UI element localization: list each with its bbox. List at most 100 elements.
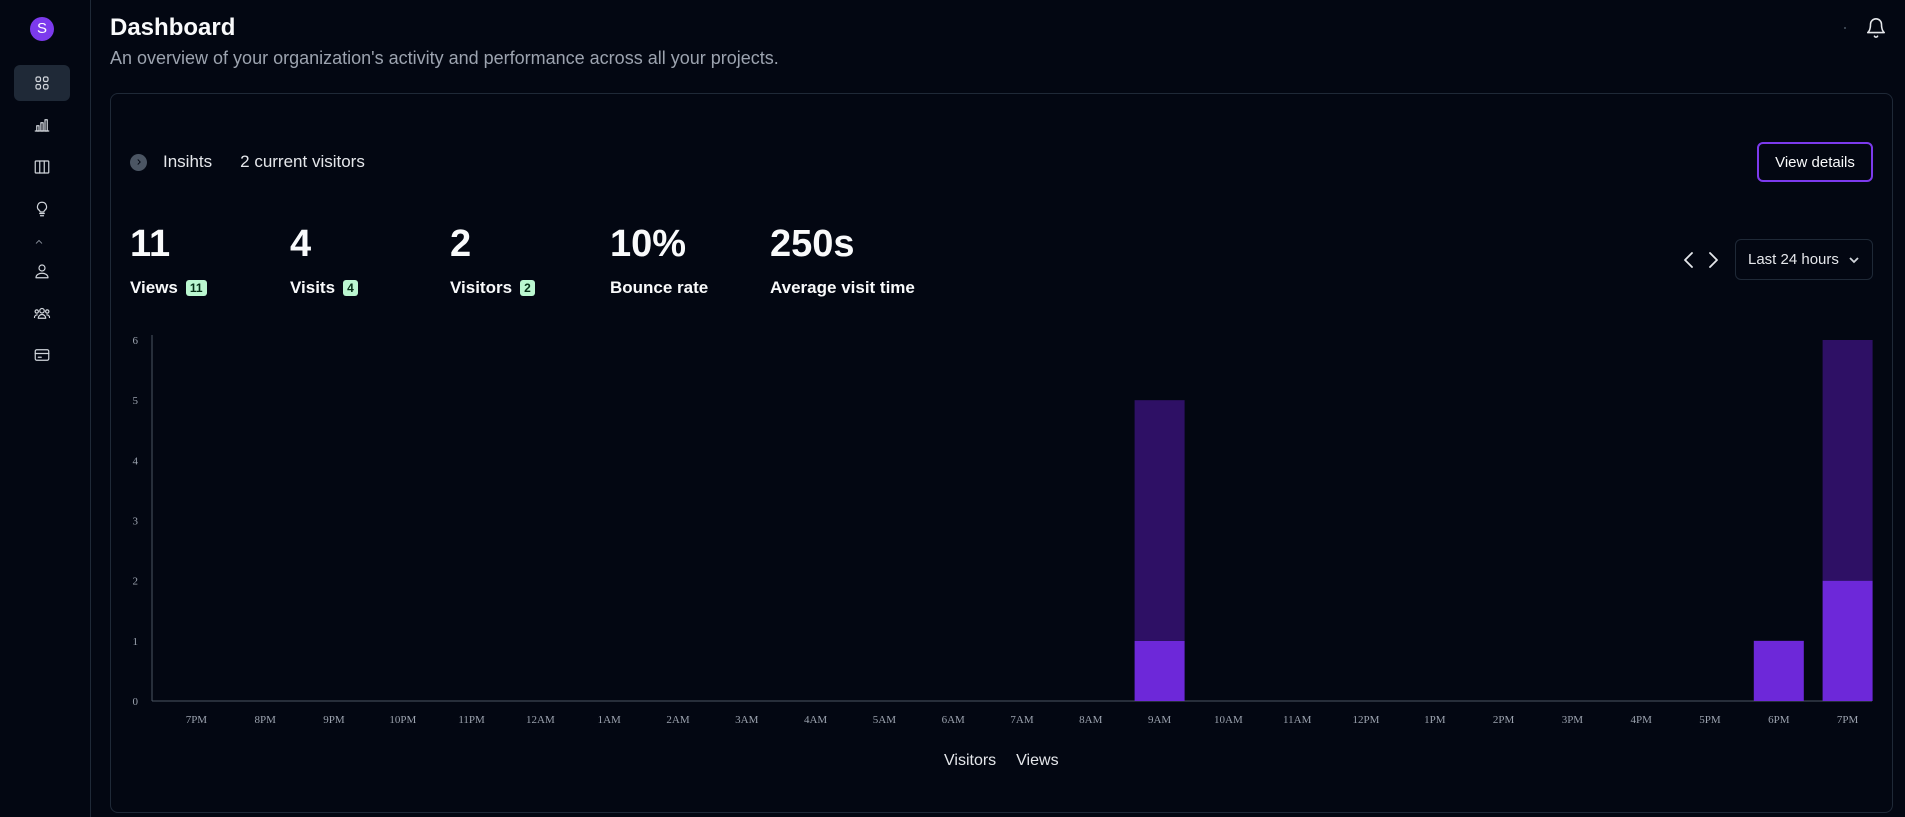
y-tick-label: 0 [133,696,139,708]
stat-label-row: Views 11 [130,278,207,298]
stat-badge: 4 [343,280,358,296]
stat-label: Average visit time [770,278,915,297]
x-tick-label: 7PM [1837,714,1859,726]
stat-badge: 11 [185,280,207,296]
stat-label-row: Visits 4 [290,278,358,298]
stat-label-row: Bounce rate [610,278,708,298]
stat-label: Views [130,278,178,297]
sidebar-item-dashboard[interactable] [14,65,70,101]
stat-value: 2 [450,223,472,265]
stat-average-visit-time: 250s Average visit time [770,222,915,298]
stat-label: Bounce rate [610,278,709,297]
x-tick-label: 11AM [1283,714,1312,726]
x-tick-label: 3AM [735,714,758,726]
x-tick-label: 1AM [598,714,621,726]
y-tick-label: 3 [133,516,139,528]
insights-label: Insihts [163,152,213,171]
x-tick-label: 10AM [1214,714,1243,726]
chevron-right-icon [136,159,141,165]
view-details-button[interactable]: View details [1757,142,1873,182]
x-tick-label: 6PM [1768,714,1790,726]
lightbulb-icon [36,201,48,217]
visitors-views-chart: 0 1 2 3 4 5 6 7PM 8PM 9PM 10PM 11PM 12AM 1AM 2AM 3AM 4AM… [133,335,1873,726]
legend-item-views[interactable]: Views [1016,752,1058,770]
bar-visitors [1134,640,1185,701]
user-icon [35,264,49,279]
y-tick-label: 6 [133,335,139,347]
y-tick-label: 5 [133,395,139,407]
stat-value: 10% [610,223,687,265]
x-tick-label: 5AM [873,714,896,726]
sidebar-item-profile[interactable] [14,253,70,289]
insights-header: Insihts 2 current visitors [130,150,365,174]
avatar[interactable]: S [30,17,54,41]
x-tick-label: 8PM [254,714,276,726]
legend-item-visitors[interactable]: Visitors [944,752,996,770]
notifications-button[interactable] [1865,17,1887,39]
stat-value: 4 [290,223,312,265]
sidebar-item-analytics[interactable] [14,107,70,143]
sidebar-item-billing[interactable] [14,337,70,373]
time-range-value: Last 24 hours [1748,251,1839,268]
x-tick-label: 2PM [1493,714,1515,726]
stat-visits: 4 Visits 4 [290,222,358,298]
stat-bounce-rate: 10% Bounce rate [610,222,708,298]
x-tick-label: 12PM [1353,714,1380,726]
chart-legend: Visitors Views [944,752,1059,770]
current-visitors-label: 2 current visitors [240,152,365,171]
sidebar: S [0,0,91,817]
x-tick-label: 7AM [1010,714,1033,726]
stat-label-row: Average visit time [770,278,915,298]
x-tick-label: 11PM [458,714,485,726]
time-range-select[interactable]: Last 24 hours [1735,239,1873,280]
sidebar-item-team[interactable] [14,295,70,331]
x-tick-label: 10PM [389,714,416,726]
stat-label-row: Visitors 2 [450,278,535,298]
x-tick-label: 7PM [186,714,208,726]
grid-icon [35,76,49,90]
bar-visitors [1822,580,1873,701]
chevron-down-icon [1849,257,1859,264]
stat-value: 250s [770,223,855,265]
x-tick-label: 1PM [1424,714,1446,726]
sidebar-item-board[interactable] [14,149,70,185]
y-tick-label: 1 [133,636,139,648]
chevron-up-icon [35,239,43,244]
x-tick-label: 5PM [1699,714,1721,726]
bar-chart-icon [34,119,50,132]
page-subtitle: An overview of your organization's activ… [110,48,779,68]
chevron-left-icon [1684,252,1693,268]
chevron-right-icon [1709,252,1718,268]
x-tick-label: 9AM [1148,714,1171,726]
insights-toggle-button[interactable] [130,153,147,171]
page-title: Dashboard [110,14,236,41]
bar-views [1822,340,1873,581]
stat-badge: 2 [520,280,535,296]
x-tick-label: 4AM [804,714,827,726]
bar-views [1134,400,1185,641]
credit-card-icon [34,349,50,361]
bell-icon [1866,18,1886,38]
previous-range-button[interactable] [1681,249,1697,271]
x-tick-label: 4PM [1630,714,1652,726]
x-tick-label: 6AM [942,714,965,726]
stat-views: 11 Views 11 [130,222,207,298]
stat-label: Visits [290,278,336,297]
stat-visitors: 2 Visitors 2 [450,222,535,298]
x-tick-label: 12AM [526,714,555,726]
stat-value: 11 [130,223,171,265]
x-tick-label: 8AM [1079,714,1102,726]
bar-visitors [1753,640,1804,701]
status-dot [1844,27,1846,29]
x-tick-label: 9PM [323,714,345,726]
y-tick-label: 2 [133,576,139,588]
columns-icon [34,160,50,174]
collapse-section-button[interactable] [33,235,51,249]
range-nav [1681,249,1721,271]
users-icon [33,307,51,319]
next-range-button[interactable] [1705,249,1721,271]
x-tick-label: 2AM [666,714,689,726]
sidebar-item-ideas[interactable] [14,191,70,227]
stat-label: Visitors [450,278,513,297]
y-tick-label: 4 [133,455,139,467]
